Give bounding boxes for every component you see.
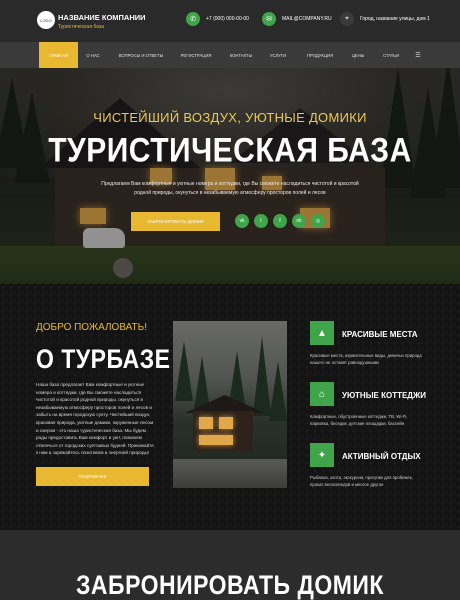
main-nav: ГЛАВНАЯ О НАС ВОПРОСЫ И ОТВЕТЫ РЕГИСТРАЦ…: [0, 42, 460, 68]
facebook-icon[interactable]: f: [273, 214, 287, 228]
company-name: НАЗВАНИЕ КОМПАНИИ: [58, 13, 146, 22]
odnoklassniki-icon[interactable]: ok: [292, 214, 306, 228]
hero-overlay: [0, 68, 460, 284]
hero-tagline: ЧИСТЕЙШИЙ ВОЗДУХ, УЮТНЫЕ ДОМИКИ: [93, 110, 367, 125]
contact-address: ⌖ Город, название улицы, дом 1: [340, 12, 430, 26]
contact-phone[interactable]: ✆ +7 (000) 000-00-00: [186, 12, 249, 26]
nav-item-products[interactable]: ПРОДУКЦИЯ: [303, 42, 337, 68]
nav-item-articles[interactable]: СТАТЬИ: [380, 42, 402, 68]
hero-title: ТУРИСТИЧЕСКАЯ БАЗА: [48, 131, 412, 170]
booking-section: ЗАБРОНИРОВАТЬ ДОМИК: [0, 530, 460, 600]
cabin-photo: [173, 321, 287, 488]
lit-window: [219, 417, 233, 429]
nav-item-home[interactable]: ГЛАВНАЯ: [39, 42, 78, 68]
feature-desc: Рыбалка, охота, экскурсии, прогулки для …: [310, 475, 413, 487]
mountains-icon: ▲: [310, 321, 334, 345]
email-address[interactable]: MAIL@COMPANY.RU: [282, 16, 332, 22]
feature-desc: Красивые места, изумительные виды, девич…: [310, 353, 422, 365]
menu-icon[interactable]: ☰: [412, 42, 424, 68]
nav-item-faq[interactable]: ВОПРОСЫ И ОТВЕТЫ: [118, 42, 164, 68]
hero-section: [0, 68, 460, 284]
nav-item-prices[interactable]: ЦЕНЫ: [350, 42, 366, 68]
more-button[interactable]: ПОДРОБНЕЕ: [36, 467, 149, 486]
nav-item-registration[interactable]: РЕГИСТРАЦИЯ: [178, 42, 214, 68]
vk-icon[interactable]: vk: [235, 214, 249, 228]
rocks: [173, 459, 287, 488]
welcome-label: ДОБРО ПОЖАЛОВАТЬ!: [36, 322, 148, 333]
company-subtitle: Туристическая база: [58, 24, 104, 30]
tree: [269, 361, 287, 421]
location-pin-icon: ⌖: [340, 12, 354, 26]
nav-item-contacts[interactable]: КОНТАКТЫ: [227, 42, 255, 68]
phone-number[interactable]: +7 (000) 000-00-00: [206, 16, 249, 22]
top-bar: LOGO НАЗВАНИЕ КОМПАНИИ Туристическая баз…: [0, 0, 460, 42]
instagram-icon[interactable]: ◎: [311, 214, 325, 228]
mail-icon: ✉: [262, 12, 276, 26]
feature-title: УЮТНЫЕ КОТТЕДЖИ: [342, 391, 426, 400]
about-text: Наша база предлагает Вам комфортные и ую…: [36, 382, 154, 456]
nav-item-services[interactable]: УСЛУГИ: [266, 42, 290, 68]
feature-title: КРАСИВЫЕ МЕСТА: [342, 330, 418, 339]
booking-title: ЗАБРОНИРОВАТЬ ДОМИК: [76, 569, 384, 600]
hiking-icon: ✦: [310, 443, 334, 467]
book-cabin-button[interactable]: ЗАБРОНИРОВАТЬ ДОМИК: [131, 212, 220, 231]
contact-email[interactable]: ✉ MAIL@COMPANY.RU: [262, 12, 332, 26]
address-text: Город, название улицы, дом 1: [360, 16, 430, 22]
feature-desc: Комфортные, обустроенные коттеджи, ТВ, W…: [310, 414, 408, 426]
about-section: ДОБРО ПОЖАЛОВАТЬ! О ТУРБАЗЕ Наша база пр…: [0, 284, 460, 530]
lit-window: [199, 435, 233, 445]
feature-title: АКТИВНЫЙ ОТДЫХ: [342, 452, 421, 461]
house-icon: ⌂: [310, 382, 334, 406]
lit-window: [199, 417, 213, 429]
tree: [175, 341, 193, 401]
about-title: О ТУРБАЗЕ: [36, 344, 171, 374]
phone-icon: ✆: [186, 12, 200, 26]
company-logo[interactable]: LOGO: [37, 11, 55, 29]
hero-description: Предлагаем Вам комфортные и уютные номер…: [101, 181, 359, 196]
twitter-icon[interactable]: t: [254, 214, 268, 228]
nav-item-about[interactable]: О НАС: [82, 42, 104, 68]
